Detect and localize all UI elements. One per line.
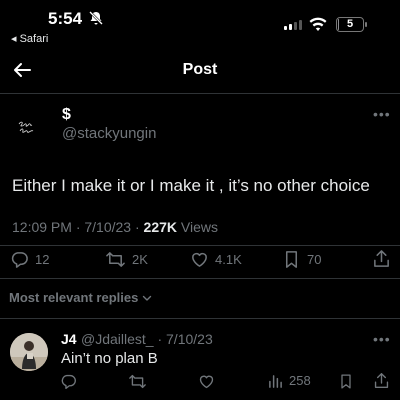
status-time: 5:54 <box>48 9 83 28</box>
replies-sort-label: Most relevant replies <box>9 290 139 305</box>
cellular-signal-icon <box>284 20 302 30</box>
actions-divider <box>0 278 400 279</box>
author-username[interactable]: @stackyungin <box>62 125 156 142</box>
tweet-meta: 12:09 PM · 7/10/23 · 227K Views <box>12 219 218 235</box>
reply-icon <box>61 374 76 389</box>
share-icon <box>374 373 389 388</box>
reply-button[interactable]: 12 <box>10 250 49 269</box>
bookmark-count: 70 <box>307 252 322 267</box>
reply-views-count: 258 <box>289 373 311 388</box>
bar-chart-icon <box>269 375 282 388</box>
more-options-icon[interactable]: ••• <box>373 106 391 122</box>
reply-views-button[interactable]: 258 <box>268 373 311 388</box>
heart-icon <box>199 375 214 389</box>
views-label: Views <box>177 219 218 235</box>
reply-author-handle[interactable]: @Jdaillest_ · 7/10/23 <box>81 331 213 347</box>
bookmark-icon <box>341 374 351 389</box>
battery-indicator: 5 <box>336 17 364 32</box>
back-to-safari-link[interactable]: ◂ Safari <box>11 32 48 45</box>
battery-cap <box>365 22 367 27</box>
like-button[interactable]: 4.1K <box>190 250 242 269</box>
heart-icon <box>192 252 207 267</box>
battery-level: 5 <box>346 18 354 30</box>
reply-like-button[interactable] <box>198 373 215 390</box>
reply-retweet-button[interactable] <box>128 373 147 390</box>
author-display-name[interactable]: $ <box>62 106 71 124</box>
like-count: 4.1K <box>215 252 242 267</box>
retweet-count: 2K <box>132 252 148 267</box>
reply-icon <box>11 252 28 268</box>
replies-sort-dropdown[interactable]: Most relevant replies <box>9 290 152 305</box>
retweet-button[interactable]: 2K <box>105 250 148 269</box>
retweet-icon <box>106 252 125 267</box>
bookmark-button[interactable]: 70 <box>282 250 321 269</box>
bookmark-icon <box>285 251 298 268</box>
chevron-down-icon <box>143 295 152 301</box>
share-icon <box>374 250 389 267</box>
author-avatar[interactable] <box>12 110 48 146</box>
reply-more-options-icon[interactable]: ••• <box>373 331 391 347</box>
reply-reply-button[interactable] <box>60 373 77 390</box>
share-button[interactable] <box>372 249 391 268</box>
page-title: Post <box>182 61 218 78</box>
tweet-text: Either I make it or I make it , it’s no … <box>12 176 370 195</box>
retweet-icon <box>129 374 146 389</box>
wifi-icon <box>309 17 327 31</box>
reply-count: 12 <box>35 252 50 267</box>
reply-author-name[interactable]: J4 <box>61 331 77 347</box>
views-count: 227K <box>143 219 177 235</box>
replies-divider <box>0 318 400 319</box>
tweet-timestamp: 12:09 PM · 7/10/23 · <box>12 219 144 235</box>
bell-off-icon <box>89 11 103 25</box>
header-divider <box>0 93 400 94</box>
reply-author-avatar[interactable] <box>10 333 48 371</box>
meta-divider <box>0 245 400 246</box>
reply-share-button[interactable] <box>373 372 390 389</box>
reply-text: Ain’t no plan B <box>61 350 158 367</box>
reply-bookmark-button[interactable] <box>338 373 354 390</box>
